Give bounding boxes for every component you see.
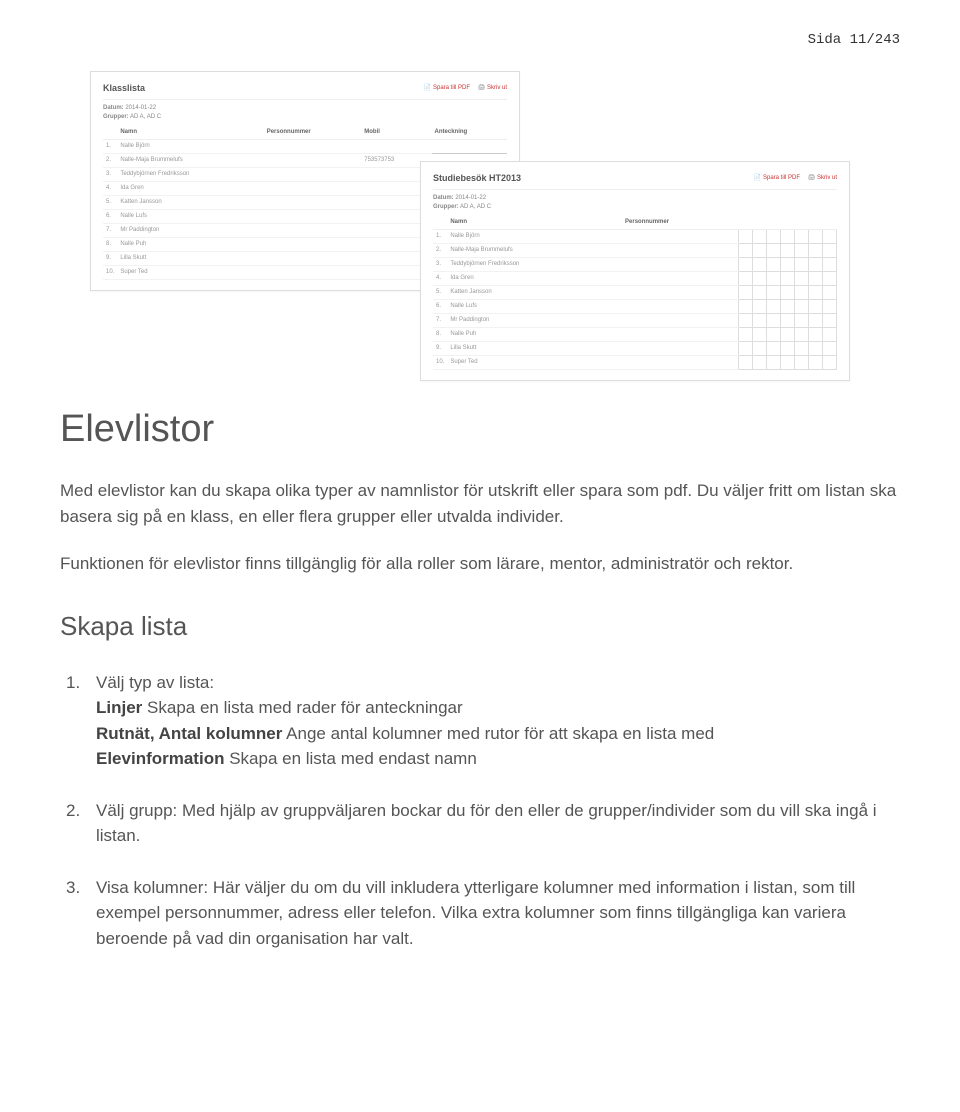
thumb-a-title: Klasslista	[103, 82, 145, 96]
thumb-a-actions: 📄 Spara till PDF 🖨 Skriv ut	[424, 84, 507, 93]
col-mobil: Mobil	[361, 126, 431, 140]
table-row: 10.Super Ted	[433, 355, 837, 369]
table-row: 2.Nalle-Maja Brummelufs	[433, 243, 837, 257]
table-row: 7.Mr Paddington	[433, 313, 837, 327]
thumb-a-datum: 2014-01-22	[125, 105, 156, 111]
thumb-b-datum-label: Datum:	[433, 195, 454, 201]
col-pnr: Personnummer	[622, 216, 738, 230]
step-3: Visa kolumner: Här väljer du om du vill …	[96, 875, 900, 952]
pdf-icon: 📄	[424, 85, 431, 91]
table-row: 1.Nalle Björn	[103, 139, 507, 153]
thumb-b-grupper-label: Grupper:	[433, 204, 459, 210]
thumb-b-title: Studiebesök HT2013	[433, 172, 521, 186]
thumb-b-datum: 2014-01-22	[455, 195, 486, 201]
step-1-rutnat-label: Rutnät, Antal kolumner	[96, 724, 282, 743]
step-1: Välj typ av lista: Linjer Skapa en lista…	[96, 670, 900, 772]
thumbnail-studiebesok: Studiebesök HT2013 📄 Spara till PDF 🖨 Sk…	[420, 161, 850, 381]
step-1-lead: Välj typ av lista:	[96, 673, 214, 692]
subheading-skapa-lista: Skapa lista	[60, 607, 900, 646]
step-1-linjer-label: Linjer	[96, 698, 142, 717]
thumb-b-actions: 📄 Spara till PDF 🖨 Skriv ut	[754, 174, 837, 183]
col-pnr: Personnummer	[264, 126, 362, 140]
thumbnail-container: Klasslista 📄 Spara till PDF 🖨 Skriv ut D…	[60, 71, 900, 361]
step-2: Välj grupp: Med hjälp av gruppväljaren b…	[96, 798, 900, 849]
thumb-b-print-label: Skriv ut	[817, 175, 837, 181]
table-row: 1.Nalle Björn	[433, 229, 837, 243]
intro-para-2: Funktionen för elevlistor finns tillgäng…	[60, 551, 900, 577]
page-title: Elevlistor	[60, 401, 900, 458]
print-icon: 🖨	[808, 175, 816, 181]
thumb-a-print-label: Skriv ut	[487, 85, 507, 91]
table-row: 4.Ida Gren	[433, 271, 837, 285]
col-ant: Anteckning	[432, 126, 507, 140]
table-row: 6.Nalle Lufs	[433, 299, 837, 313]
step-1-linjer-text: Skapa en lista med rader för anteckninga…	[142, 698, 462, 717]
pdf-icon: 📄	[754, 175, 761, 181]
thumb-b-pdf-label: Spara till PDF	[763, 175, 800, 181]
table-row: 9.Lilla Skutt	[433, 341, 837, 355]
col-namn: Namn	[447, 216, 622, 230]
thumb-a-grupper-label: Grupper:	[103, 114, 129, 120]
steps-list: Välj typ av lista: Linjer Skapa en lista…	[60, 670, 900, 952]
intro-para-1: Med elevlistor kan du skapa olika typer …	[60, 478, 900, 529]
table-row: 5.Katten Jansson	[433, 285, 837, 299]
thumb-b-table: Namn Personnummer 1.Nalle Björn2.Nalle-M…	[433, 216, 837, 370]
col-namn: Namn	[117, 126, 263, 140]
step-1-rutnat-text: Ange antal kolumner med rutor för att sk…	[282, 724, 714, 743]
table-row: 8.Nalle Puh	[433, 327, 837, 341]
print-icon: 🖨	[478, 85, 486, 91]
thumb-a-pdf-label: Spara till PDF	[433, 85, 470, 91]
thumb-b-grupper: AD A, AD C	[460, 204, 491, 210]
step-1-elev-text: Skapa en lista med endast namn	[224, 749, 476, 768]
thumb-a-datum-label: Datum:	[103, 105, 124, 111]
step-1-elev-label: Elevinformation	[96, 749, 224, 768]
table-row: 3.Teddybjörnen Fredriksson	[433, 257, 837, 271]
page-number: Sida 11/243	[60, 30, 900, 51]
thumb-a-grupper: AD A, AD C	[130, 114, 161, 120]
